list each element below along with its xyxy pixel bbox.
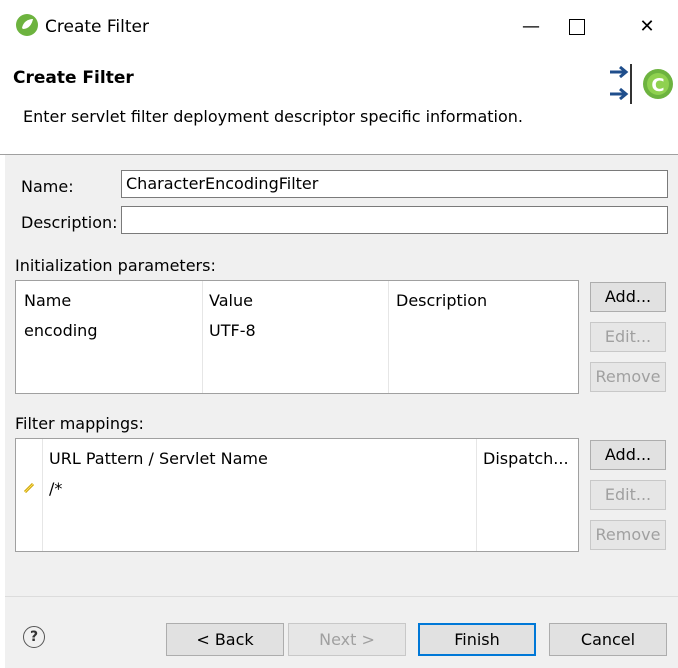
maximize-button[interactable] [554, 12, 600, 42]
mapping-pattern-cell[interactable]: /* [49, 479, 62, 498]
column-separator [476, 439, 477, 551]
param-value-cell[interactable]: UTF-8 [209, 321, 256, 340]
column-header-name[interactable]: Name [24, 291, 71, 310]
filter-wizard-icon: C [608, 62, 674, 106]
filter-mappings-add-button[interactable]: Add... [590, 440, 666, 470]
filter-mappings-label: Filter mappings: [15, 414, 144, 433]
init-params-table[interactable]: Name Value Description encoding UTF-8 [15, 280, 579, 394]
maximize-icon [569, 19, 585, 35]
column-separator [202, 281, 203, 393]
description-field[interactable] [121, 206, 668, 234]
cancel-button[interactable]: Cancel [549, 623, 667, 656]
init-params-label: Initialization parameters: [15, 256, 216, 275]
url-pattern-icon [23, 479, 35, 498]
column-header-value[interactable]: Value [209, 291, 253, 310]
column-separator [388, 281, 389, 393]
column-header-dispatch[interactable]: Dispatch... [483, 449, 569, 468]
name-field[interactable]: CharacterEncodingFilter [121, 170, 668, 198]
banner-title: Create Filter [13, 68, 134, 88]
init-params-edit-button[interactable]: Edit... [590, 322, 666, 352]
next-button[interactable]: Next > [288, 623, 406, 656]
banner-description: Enter servlet filter deployment descript… [23, 107, 524, 126]
column-separator [42, 439, 43, 551]
close-button[interactable]: ✕ [624, 12, 670, 42]
column-header-url-pattern[interactable]: URL Pattern / Servlet Name [49, 449, 268, 468]
finish-button[interactable]: Finish [418, 623, 536, 656]
init-params-add-button[interactable]: Add... [590, 282, 666, 312]
filter-mappings-remove-button[interactable]: Remove [590, 520, 666, 550]
column-header-description[interactable]: Description [396, 291, 487, 310]
param-name-cell[interactable]: encoding [24, 321, 97, 340]
svg-text:C: C [651, 75, 664, 96]
help-icon[interactable]: ? [23, 626, 45, 648]
minimize-button[interactable]: — [508, 12, 554, 42]
name-label: Name: [21, 177, 74, 196]
spring-app-icon [15, 13, 39, 37]
window-title: Create Filter [45, 17, 149, 37]
description-label: Description: [21, 213, 118, 232]
init-params-remove-button[interactable]: Remove [590, 362, 666, 392]
back-button[interactable]: < Back [166, 623, 284, 656]
filter-mappings-table[interactable]: URL Pattern / Servlet Name Dispatch... /… [15, 438, 579, 552]
footer-separator [5, 596, 678, 597]
filter-mappings-edit-button[interactable]: Edit... [590, 480, 666, 510]
